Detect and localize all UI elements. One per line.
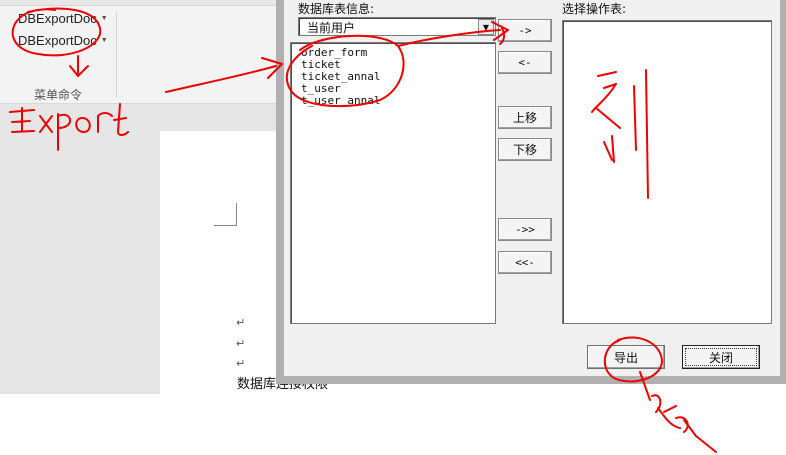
dropdown-arrow-icon[interactable]: ▼: [478, 19, 494, 35]
export-dialog: 数据库表信息: 当前用户 ▼ order_form ticket ticket_…: [276, 0, 786, 384]
paragraph-mark: ↵: [236, 337, 246, 350]
paragraph-mark: ↵: [236, 316, 246, 329]
source-selector-value: 当前用户: [307, 21, 356, 35]
source-selector[interactable]: 当前用户 ▼: [298, 17, 496, 36]
dbexportdoc-button-1-label: DBExportDoc: [18, 10, 97, 26]
document-page[interactable]: [160, 131, 276, 394]
selected-tables-list[interactable]: [562, 20, 772, 324]
move-all-left-button[interactable]: <<-: [498, 251, 552, 274]
move-all-right-button[interactable]: ->>: [498, 218, 552, 241]
ribbon-group-label: 菜单命令: [33, 88, 82, 102]
paragraph-mark: ↵: [236, 357, 246, 370]
dropdown-caret-icon: ▼: [100, 14, 108, 22]
dropdown-caret-icon: ▼: [100, 36, 108, 44]
selected-tables-label: 选择操作表:: [562, 2, 627, 16]
move-right-button[interactable]: ->: [498, 19, 552, 42]
ribbon: DBExportDoc ▼ DBExportDoc ▼ 菜单命令: [0, 0, 276, 104]
db-tables-label: 数据库表信息:: [298, 2, 375, 16]
db-tables-list[interactable]: order_form ticket ticket_annal t_user t_…: [290, 42, 496, 324]
dbexportdoc-button-2[interactable]: DBExportDoc ▼: [18, 31, 108, 49]
dialog-client-area: 数据库表信息: 当前用户 ▼ order_form ticket ticket_…: [284, 0, 780, 376]
export-button[interactable]: 导出: [587, 345, 665, 369]
ribbon-tab-strip: [0, 0, 276, 6]
list-item[interactable]: t_user_annal: [291, 95, 495, 107]
move-up-button[interactable]: 上移: [498, 106, 552, 129]
close-button[interactable]: 关闭: [682, 345, 760, 369]
move-down-button[interactable]: 下移: [498, 138, 552, 161]
page-margin-marker: [214, 203, 237, 226]
ribbon-group-separator: [116, 12, 117, 98]
move-left-button[interactable]: <-: [498, 51, 552, 74]
dbexportdoc-button-2-label: DBExportDoc: [18, 32, 97, 48]
dbexportdoc-button-1[interactable]: DBExportDoc ▼: [18, 9, 108, 27]
ink-word-export-cn: [639, 371, 717, 453]
